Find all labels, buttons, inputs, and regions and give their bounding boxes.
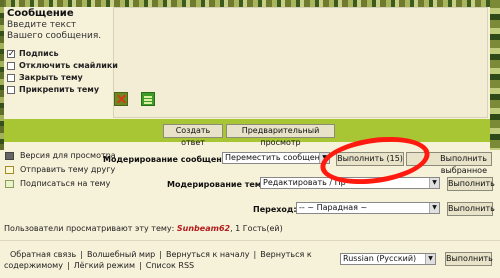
signature-checkbox[interactable]: ✓ (7, 49, 15, 58)
bbcode-icon[interactable] (141, 92, 155, 106)
language-select[interactable]: Russian (Русский) ▼ (340, 253, 436, 265)
link-label: Подписаться на тему (20, 179, 111, 188)
submit-reply-button[interactable]: Создать ответ (163, 124, 223, 147)
chevron-down-icon: ▼ (429, 178, 439, 188)
footer-link-magic-world[interactable]: Волшебный мир (87, 250, 155, 259)
message-moderation-label: Модерирование сообщения: (103, 155, 236, 164)
message-moderation-select[interactable]: Переместить сообщения ▼ (222, 152, 330, 164)
chevron-down-icon: ▼ (425, 254, 435, 264)
smilies-off-icon[interactable] (114, 92, 128, 106)
chevron-down-icon: ▼ (429, 203, 439, 213)
topic-moderation-label: Модерирование темы: (167, 180, 272, 189)
disable-smilies-checkbox[interactable] (7, 61, 15, 70)
option-label: Подпись (19, 49, 59, 58)
footer-link-feedback[interactable]: Обратная связь (10, 250, 76, 259)
viewers-suffix: , 1 Гость(ей) (230, 224, 283, 233)
selected-value: Редактировать / Пр (263, 178, 346, 187)
decorative-top-border (0, 0, 500, 7)
option-pin-topic[interactable]: Прикрепить тему (7, 85, 99, 94)
printer-icon (5, 151, 14, 160)
preview-button[interactable]: Предварительный просмотр (226, 124, 335, 147)
option-label: Отключить смайлики (19, 61, 118, 70)
pin-topic-checkbox[interactable] (7, 85, 15, 94)
topic-execute-button[interactable]: Выполнить (447, 177, 495, 191)
viewer-username-link[interactable]: Sunbeam62 (177, 224, 230, 233)
language-execute-button[interactable]: Выполнить (445, 252, 493, 266)
option-close-topic[interactable]: Закрыть тему (7, 73, 83, 82)
print-version-link[interactable]: Версия для просмотра (5, 151, 116, 160)
mail-icon (5, 165, 14, 174)
footer-link-rss[interactable]: Список RSS (146, 261, 194, 270)
jump-label: Переход: (253, 205, 297, 214)
message-heading: Сообщение (7, 8, 74, 19)
topic-viewers: Пользователи просматривают эту тему: Sun… (4, 224, 283, 233)
subscribe-icon (5, 179, 14, 188)
footer-divider (0, 240, 500, 241)
selected-value: Переместить сообщения (225, 153, 330, 162)
jump-select[interactable]: -- ~ Парадная ~ ▼ (296, 202, 440, 214)
selected-value: Russian (Русский) (343, 254, 417, 263)
jump-execute-button[interactable]: Выполнить (447, 202, 495, 216)
message-hint: Введите текст Вашего сообщения. (7, 20, 102, 41)
footer-links: Обратная связь | Волшебный мир | Вернуться к… (4, 250, 312, 270)
link-label: Версия для просмотра (20, 151, 116, 160)
send-to-friend-link[interactable]: Отправить тему другу (5, 165, 115, 174)
option-signature[interactable]: ✓ Подпись (7, 49, 59, 58)
close-topic-checkbox[interactable] (7, 73, 15, 82)
footer-link-lite-mode[interactable]: Лёгкий режим (74, 261, 135, 270)
execute-count-button[interactable]: Выполнить (15) (336, 152, 404, 166)
chevron-down-icon: ▼ (319, 153, 329, 163)
option-disable-smilies[interactable]: Отключить смайлики (7, 61, 118, 70)
option-label: Закрыть тему (19, 73, 83, 82)
viewers-prefix: Пользователи просматривают эту тему: (4, 224, 175, 233)
selected-value: -- ~ Парадная ~ (299, 203, 368, 212)
footer-link-back-to-top[interactable]: Вернуться к началу (166, 250, 250, 259)
message-textarea[interactable] (113, 7, 488, 118)
link-label: Отправить тему другу (20, 165, 116, 174)
decorative-right-border (490, 0, 500, 150)
subscribe-topic-link[interactable]: Подписаться на тему (5, 179, 110, 188)
topic-moderation-select[interactable]: Редактировать / Пр ▼ (260, 177, 440, 189)
execute-selected-button[interactable]: Выполнить выбранное (406, 152, 492, 175)
option-label: Прикрепить тему (19, 85, 100, 94)
